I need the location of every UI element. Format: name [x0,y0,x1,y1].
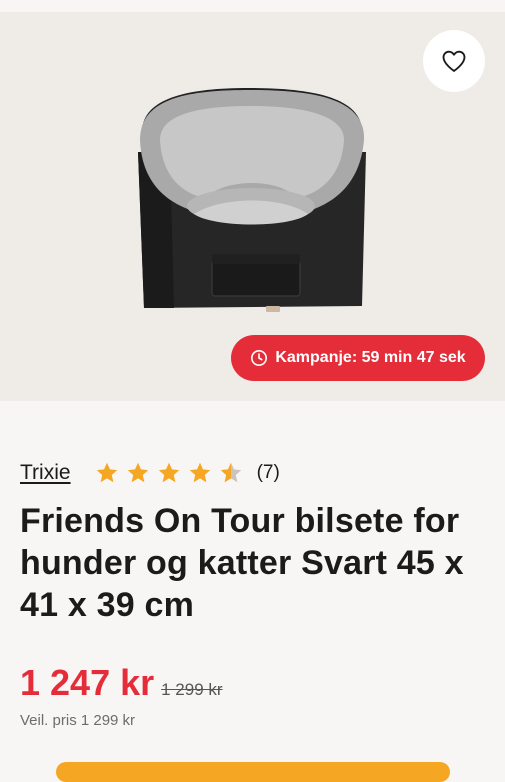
recommended-price: Veil. pris 1 299 kr [20,712,136,729]
star-icon [158,462,179,483]
heart-icon [442,50,466,72]
campaign-countdown: Kampanje: 59 min 47 sek [275,349,466,366]
favorite-button[interactable] [423,30,485,92]
product-info: Trixie (7) Friends On Tour bilsete for h… [20,456,490,729]
star-half-icon [220,462,241,483]
product-meta: Trixie (7) [20,456,490,490]
campaign-badge: Kampanje: 59 min 47 sek [231,335,485,381]
product-title: Friends On Tour bilsete for hunder og ka… [20,502,464,624]
star-icon [127,462,148,483]
brand-link[interactable]: Trixie [20,461,71,485]
product-image[interactable] [130,82,370,322]
price-row: 1 247 kr 1 299 kr [20,662,490,704]
top-strip [0,0,505,12]
clock-icon [251,349,268,367]
star-icon [189,462,210,483]
review-count[interactable]: (7) [257,462,280,484]
current-price: 1 247 kr [20,662,155,703]
rating-stars[interactable] [95,461,243,485]
old-price: 1 299 kr [161,680,223,699]
star-icon [96,462,117,483]
add-to-cart-button[interactable] [56,762,450,782]
product-hero: Kampanje: 59 min 47 sek [0,12,505,401]
